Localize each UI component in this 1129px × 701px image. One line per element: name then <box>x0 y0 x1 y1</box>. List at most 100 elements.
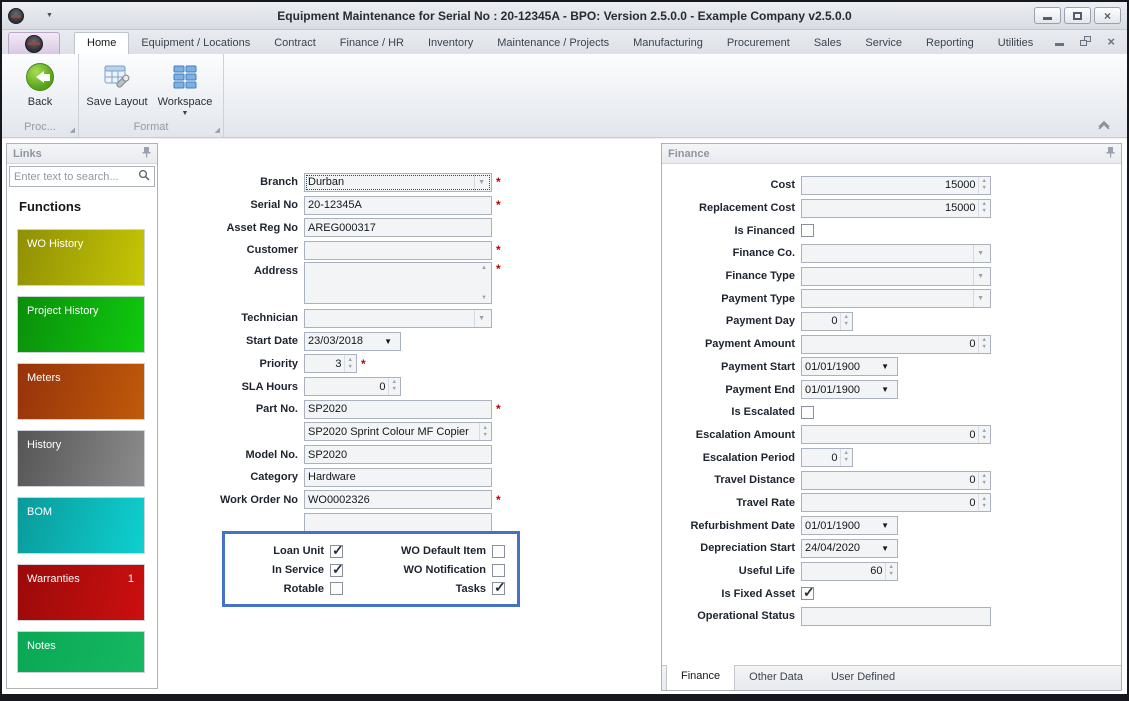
back-button[interactable]: Back <box>8 58 72 120</box>
spin-down-icon[interactable]: ▼ <box>844 321 849 328</box>
spinner-arrows-icon[interactable]: ▲ ▼ <box>478 423 488 441</box>
ribbon-tab-sales[interactable]: Sales <box>802 33 854 54</box>
scroll-up-icon[interactable]: ▲ <box>481 265 487 271</box>
spinner-arrows-icon[interactable]: ▲ ▼ <box>977 426 987 444</box>
dialog-launcher-icon[interactable]: ◢ <box>70 126 75 134</box>
spinner-arrows-icon[interactable]: ▲ ▼ <box>343 355 353 373</box>
sidebar-item-notes[interactable]: Notes <box>17 631 145 673</box>
sla-hours-spinner[interactable]: 0 ▲ ▼ <box>304 377 401 397</box>
quick-access-dropdown-icon[interactable]: ▼ <box>46 12 53 19</box>
scroll-down-icon[interactable]: ▼ <box>481 295 487 301</box>
dialog-launcher-icon[interactable]: ◢ <box>215 126 220 134</box>
payment-amount-spinner[interactable]: 0 ▲ ▼ <box>801 334 991 354</box>
spin-down-icon[interactable]: ▼ <box>982 344 987 351</box>
sidebar-item-bom[interactable]: BOM <box>17 497 145 554</box>
operational-status-input[interactable] <box>801 606 991 626</box>
chevron-down-icon[interactable]: ▼ <box>876 544 894 553</box>
ribbon-tab-home[interactable]: Home <box>74 32 130 54</box>
spin-up-icon[interactable]: ▲ <box>982 201 987 208</box>
collapse-ribbon-icon[interactable] <box>1097 116 1111 134</box>
ribbon-tab-inventory[interactable]: Inventory <box>416 33 485 54</box>
replacement-cost-spinner[interactable]: 15000 ▲ ▼ <box>801 198 991 218</box>
category-input[interactable]: Hardware <box>304 467 492 487</box>
refurbishment-date-date-picker[interactable]: 01/01/1900 ▼ <box>801 516 898 536</box>
is-escalated-checkbox[interactable] <box>801 405 814 419</box>
spin-down-icon[interactable]: ▼ <box>982 480 987 487</box>
maximize-button[interactable] <box>1064 7 1091 24</box>
wo-notification-checkbox[interactable] <box>492 563 505 577</box>
search-input[interactable] <box>14 170 138 183</box>
payment-start-date-picker[interactable]: 01/01/1900 ▼ <box>801 357 898 377</box>
chevron-down-icon[interactable]: ▼ <box>876 385 894 394</box>
chevron-down-icon[interactable]: ▼ <box>474 309 488 327</box>
spin-down-icon[interactable]: ▼ <box>844 458 849 465</box>
chevron-down-icon[interactable]: ▼ <box>876 362 894 371</box>
spin-up-icon[interactable]: ▲ <box>889 564 894 571</box>
spin-down-icon[interactable]: ▼ <box>889 571 894 578</box>
asset-reg-no-input[interactable]: AREG000317 <box>304 218 492 238</box>
sidebar-item-project-history[interactable]: Project History <box>17 296 145 353</box>
search-icon[interactable] <box>138 168 150 186</box>
application-menu-button[interactable] <box>8 32 60 54</box>
ribbon-tab-procurement[interactable]: Procurement <box>715 33 802 54</box>
spinner-arrows-icon[interactable]: ▲ ▼ <box>387 378 397 396</box>
field-input[interactable]: SP2020 Sprint Colour MF Copier ▲ ▼ <box>304 422 492 442</box>
chevron-down-icon[interactable]: ▼ <box>379 337 397 346</box>
ribbon-tab-equipment-locations[interactable]: Equipment / Locations <box>129 33 262 54</box>
spin-down-icon[interactable]: ▼ <box>982 185 987 192</box>
close-button[interactable]: × <box>1094 7 1121 24</box>
spin-up-icon[interactable]: ▲ <box>982 496 987 503</box>
spinner-arrows-icon[interactable]: ▲ ▼ <box>839 312 849 330</box>
ribbon-tab-reporting[interactable]: Reporting <box>914 33 986 54</box>
finance-co-combobox[interactable]: ▼ <box>801 243 991 263</box>
mdi-close-button[interactable]: × <box>1107 34 1115 49</box>
cost-spinner[interactable]: 15000 ▲ ▼ <box>801 175 991 195</box>
chevron-down-icon[interactable]: ▼ <box>876 521 894 530</box>
ribbon-tab-finance-hr[interactable]: Finance / HR <box>328 33 416 54</box>
ribbon-tab-utilities[interactable]: Utilities <box>986 33 1045 54</box>
work-order-no-input[interactable]: WO0002326 <box>304 490 492 510</box>
sidebar-item-history[interactable]: History <box>17 430 145 487</box>
spin-down-icon[interactable]: ▼ <box>982 435 987 442</box>
spinner-arrows-icon[interactable]: ▲ ▼ <box>977 494 987 512</box>
sidebar-item-meters[interactable]: Meters <box>17 363 145 420</box>
spin-up-icon[interactable]: ▲ <box>348 357 353 364</box>
address-input[interactable]: ▲ ▼ <box>304 261 492 304</box>
save-layout-button[interactable]: Save Layout <box>85 58 149 120</box>
sidebar-item-wo-history[interactable]: WO History <box>17 229 145 286</box>
scroll-arrows-icon[interactable]: ▲ ▼ <box>480 263 488 303</box>
mdi-minimize-button[interactable] <box>1055 35 1065 47</box>
spinner-arrows-icon[interactable]: ▲ ▼ <box>977 471 987 489</box>
spin-down-icon[interactable]: ▼ <box>982 503 987 510</box>
chevron-down-icon[interactable]: ▼ <box>973 290 987 308</box>
escalation-amount-spinner[interactable]: 0 ▲ ▼ <box>801 425 991 445</box>
chevron-down-icon[interactable]: ▼ <box>474 173 488 191</box>
payment-end-date-picker[interactable]: 01/01/1900 ▼ <box>801 380 898 400</box>
spinner-arrows-icon[interactable]: ▲ ▼ <box>977 335 987 353</box>
chevron-down-icon[interactable]: ▼ <box>973 244 987 262</box>
useful-life-spinner[interactable]: 60 ▲ ▼ <box>801 561 898 581</box>
model-no-input[interactable]: SP2020 <box>304 445 492 465</box>
minimize-button[interactable] <box>1034 7 1061 24</box>
field-input[interactable] <box>304 513 492 533</box>
spin-down-icon[interactable]: ▼ <box>348 364 353 371</box>
ribbon-tab-service[interactable]: Service <box>853 33 914 54</box>
tab-other-data[interactable]: Other Data <box>735 666 817 690</box>
tasks-checkbox[interactable]: ✓ <box>492 579 506 596</box>
spinner-arrows-icon[interactable]: ▲ ▼ <box>884 562 894 580</box>
spin-up-icon[interactable]: ▲ <box>483 425 488 432</box>
travel-distance-spinner[interactable]: 0 ▲ ▼ <box>801 470 991 490</box>
payment-day-spinner[interactable]: 0 ▲ ▼ <box>801 311 853 331</box>
spinner-arrows-icon[interactable]: ▲ ▼ <box>977 176 987 194</box>
depreciation-start-date-picker[interactable]: 24/04/2020 ▼ <box>801 538 898 558</box>
finance-type-combobox[interactable]: ▼ <box>801 266 991 286</box>
payment-type-combobox[interactable]: ▼ <box>801 289 991 309</box>
ribbon-tab-manufacturing[interactable]: Manufacturing <box>621 33 715 54</box>
ribbon-tab-contract[interactable]: Contract <box>262 33 328 54</box>
ribbon-tab-maintenance-projects[interactable]: Maintenance / Projects <box>485 33 621 54</box>
is-financed-checkbox[interactable] <box>801 224 814 238</box>
tab-user-defined[interactable]: User Defined <box>817 666 909 690</box>
serial-no-input[interactable]: 20-12345A <box>304 195 492 215</box>
start-date-date-picker[interactable]: 23/03/2018 ▼ <box>304 331 401 351</box>
escalation-period-spinner[interactable]: 0 ▲ ▼ <box>801 448 853 468</box>
